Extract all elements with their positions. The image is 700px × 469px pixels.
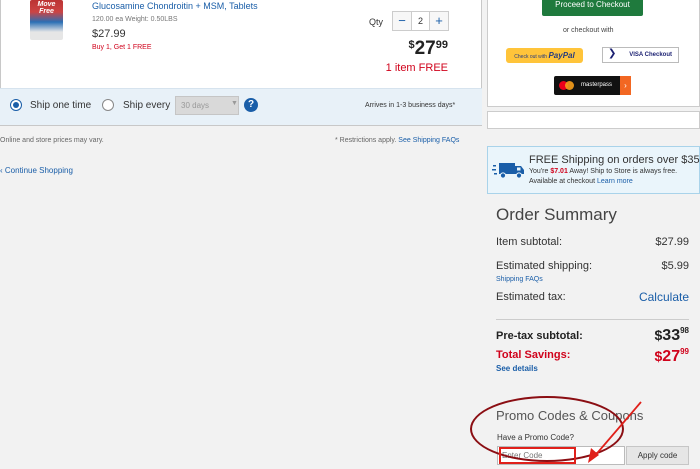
item-total-dollars: 27 (414, 38, 436, 59)
frequency-select[interactable]: 30 days (175, 96, 239, 115)
ship-one-time-radio[interactable] (10, 99, 22, 111)
learn-more-link[interactable]: Learn more (597, 178, 633, 185)
total-savings-value: $2799 (600, 347, 690, 366)
continue-shopping-link[interactable]: ‹ Continue Shopping (0, 166, 73, 175)
summary-shipping-faqs-link[interactable]: Shipping FAQs (496, 276, 543, 283)
order-summary-title: Order Summary (496, 205, 617, 224)
est-tax-label: Estimated tax: (496, 291, 566, 303)
pretax-subtotal-value: $3398 (600, 326, 690, 345)
savings-dollars: 27 (662, 348, 681, 365)
available-text: Available at checkout (529, 178, 596, 185)
qty-input[interactable]: 2 (411, 12, 430, 30)
qty-label: Qty (369, 17, 384, 27)
arrival-estimate: Arrives in 1-3 business days* (365, 102, 456, 109)
free-items-note: 1 item FREE (385, 62, 448, 74)
masterpass-arrow-icon: › (620, 76, 631, 95)
pretax-subtotal-label: Pre-tax subtotal: (496, 330, 583, 342)
product-meta: 120.00 ea Weight: 0.50LBS (92, 16, 178, 23)
summary-divider (496, 319, 689, 320)
see-details-link[interactable]: See details (496, 364, 538, 373)
ship-every-label[interactable]: Ship every (123, 100, 170, 111)
truck-icon (492, 163, 524, 179)
restrictions-note: * Restrictions apply. See Shipping FAQs (335, 137, 459, 144)
annotation-arrow (588, 401, 642, 463)
item-total-price: $2799 (386, 38, 448, 60)
quantity-stepper: − 2 + (392, 11, 449, 31)
est-shipping-value: $5.99 (661, 260, 689, 272)
total-savings-label: Total Savings: (496, 349, 571, 361)
free-shipping-title: FREE Shipping on orders over $35 (529, 154, 700, 166)
shipping-faqs-link[interactable]: See Shipping FAQs (398, 137, 459, 144)
item-subtotal-value: $27.99 (655, 236, 689, 248)
restrictions-text: * Restrictions apply. (335, 137, 397, 144)
away-amount: $7.01 (550, 168, 568, 175)
product-thumbnail-brand: Move Free (37, 1, 56, 15)
empty-panel (487, 111, 700, 129)
proceed-to-checkout-button[interactable]: Proceed to Checkout (542, 0, 643, 16)
est-shipping-label: Estimated shipping: (496, 260, 592, 272)
away-suffix: Away! Ship to Store is always free. (569, 168, 678, 175)
visa-chevron-icon: ❯ (608, 48, 617, 59)
chevron-down-icon: ▼ (231, 100, 238, 107)
free-shipping-away: You're $7.01 Away! Ship to Store is alwa… (529, 168, 677, 175)
product-name-link[interactable]: Glucosamine Chondroitin + MSM, Tablets (92, 1, 258, 11)
paypal-logo: PayPal (548, 51, 575, 60)
help-icon[interactable]: ? (244, 98, 258, 112)
qty-increase-button[interactable]: + (430, 12, 448, 30)
away-prefix: You're (529, 168, 549, 175)
ship-one-time-label[interactable]: Ship one time (30, 100, 91, 111)
item-total-cents: 99 (435, 39, 448, 51)
calculate-tax-link[interactable]: Calculate (600, 290, 689, 304)
product-promo: Buy 1, Get 1 FREE (92, 44, 152, 51)
paypal-prefix: Check out with (514, 54, 548, 60)
ship-every-radio[interactable] (102, 99, 114, 111)
pretax-cents: 98 (680, 326, 689, 335)
pretax-dollars: 33 (662, 327, 681, 344)
masterpass-logo-icon (559, 81, 575, 90)
savings-cents: 99 (680, 347, 689, 356)
annotation-highlight-box (499, 447, 576, 464)
item-subtotal-label: Item subtotal: (496, 236, 563, 248)
product-unit-price: $27.99 (92, 28, 126, 40)
qty-decrease-button[interactable]: − (393, 12, 411, 30)
or-checkout-with: or checkout with (563, 27, 614, 34)
paypal-checkout-button[interactable]: Check out with PayPal (506, 48, 583, 63)
free-shipping-available: Available at checkout Learn more (529, 178, 633, 185)
online-prices-note: Online and store prices may vary. (0, 137, 104, 144)
